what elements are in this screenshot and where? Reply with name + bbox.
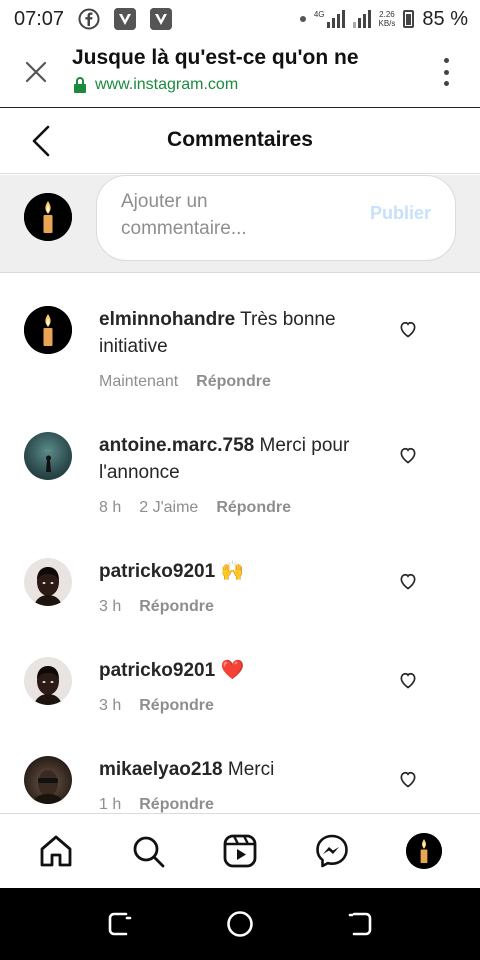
profile-candle-icon xyxy=(406,833,442,869)
heart-icon[interactable] xyxy=(398,571,418,591)
facebook-icon xyxy=(78,8,100,30)
network-type: 4G xyxy=(313,10,325,19)
comment-time: 8 h xyxy=(99,499,122,516)
comment-body: ❤️ xyxy=(215,660,245,681)
battery-percent: 85 % xyxy=(422,7,468,30)
net-speed-value: 2.26 xyxy=(379,10,395,19)
current-user-avatar xyxy=(24,193,72,241)
comment-input[interactable]: Ajouter un commentaire... Publier xyxy=(96,175,456,261)
avatar[interactable] xyxy=(24,558,72,606)
home-button-icon[interactable] xyxy=(226,910,254,938)
search-icon[interactable] xyxy=(129,832,167,870)
android-navigation-bar xyxy=(0,888,480,960)
comment-text: antoine.marc.758 Merci pour l'annonce xyxy=(99,432,389,486)
publish-button[interactable]: Publier xyxy=(370,203,431,224)
comment-meta: 3 h Répondre xyxy=(99,697,214,715)
comment-input-placeholder: Ajouter un commentaire... xyxy=(121,191,247,239)
svg-text:· · · ·: · · · · xyxy=(44,448,53,453)
reply-button[interactable]: Répondre xyxy=(216,499,291,517)
comment-username[interactable]: mikaelyao218 xyxy=(99,759,223,780)
recent-apps-icon[interactable] xyxy=(106,910,134,938)
url-text: www.instagram.com xyxy=(95,76,239,93)
url-row[interactable]: www.instagram.com xyxy=(73,76,238,94)
comment-meta: Maintenant Répondre xyxy=(99,373,271,391)
comment-time: 1 h xyxy=(99,796,122,813)
heart-icon[interactable] xyxy=(398,445,418,465)
comment-text: mikaelyao218 Merci xyxy=(99,756,389,783)
avatar[interactable] xyxy=(24,306,72,354)
reply-button[interactable]: Répondre xyxy=(139,796,214,813)
signal-bars-icon-2 xyxy=(352,10,371,28)
compose-row: Ajouter un commentaire... Publier xyxy=(0,175,480,273)
comment-body: 🙌 xyxy=(215,561,245,582)
reply-button[interactable]: Répondre xyxy=(139,598,214,616)
comment-time: Maintenant xyxy=(99,373,179,390)
back-button-icon[interactable] xyxy=(346,910,374,938)
browser-header: Jusque là qu'est-ce qu'on ne www.instagr… xyxy=(0,38,480,108)
home-icon[interactable] xyxy=(37,832,75,870)
messenger-icon[interactable] xyxy=(313,832,351,870)
close-icon[interactable] xyxy=(24,60,48,84)
comment-text: patricko9201 🙌 xyxy=(99,558,389,585)
signal-4g-icon: 4G xyxy=(314,10,345,28)
status-bar: 07:07 4G 2.26 KB/s 85 % xyxy=(0,0,480,38)
comment-username[interactable]: antoine.marc.758 xyxy=(99,435,254,456)
avatar[interactable] xyxy=(24,756,72,804)
net-speed-unit: KB/s xyxy=(378,19,396,28)
comment-meta: 3 h Répondre xyxy=(99,598,214,616)
more-options-icon[interactable] xyxy=(442,58,450,86)
comment-meta: 8 h 2 J'aime Répondre xyxy=(99,499,291,517)
reply-button[interactable]: Répondre xyxy=(139,697,214,715)
net-speed: 2.26 KB/s xyxy=(379,10,396,28)
heart-icon[interactable] xyxy=(398,319,418,339)
vidmate-icon-2 xyxy=(150,8,173,30)
reply-button[interactable]: Répondre xyxy=(196,373,271,391)
comment-text: patricko9201 ❤️ xyxy=(99,657,389,684)
status-left: 07:07 xyxy=(14,7,173,31)
lock-icon xyxy=(73,77,87,93)
comment-time: 3 h xyxy=(99,697,122,714)
status-right: 4G 2.26 KB/s 85 % xyxy=(299,7,468,31)
comment-item: mikaelyao218 Merci 1 h Répondre xyxy=(0,756,480,813)
comment-body: Merci xyxy=(222,759,275,780)
page-title: Commentaires xyxy=(167,128,313,151)
comment-text: elminnohandre Très bonne initiative xyxy=(99,306,389,360)
heart-icon[interactable] xyxy=(398,769,418,789)
avatar[interactable]: · · · · xyxy=(24,432,72,480)
comment-time: 3 h xyxy=(99,598,122,615)
comment-username[interactable]: patricko9201 xyxy=(99,660,215,681)
reels-icon[interactable] xyxy=(221,832,259,870)
battery-icon xyxy=(403,10,415,28)
comments-header: Commentaires xyxy=(0,108,480,174)
comment-meta: 1 h Répondre xyxy=(99,796,214,813)
comment-username[interactable]: elminnohandre xyxy=(99,309,235,330)
status-time: 07:07 xyxy=(14,7,65,30)
comment-username[interactable]: patricko9201 xyxy=(99,561,215,582)
comment-likes[interactable]: 2 J'aime xyxy=(139,499,198,517)
browser-page-title: Jusque là qu'est-ce qu'on ne xyxy=(72,46,359,69)
profile-avatar[interactable] xyxy=(405,832,443,870)
heart-icon[interactable] xyxy=(398,670,418,690)
notification-dot-icon xyxy=(299,16,306,22)
avatar[interactable] xyxy=(24,657,72,705)
bottom-nav xyxy=(0,813,480,888)
signal-bars-icon xyxy=(326,10,345,28)
vidmate-icon xyxy=(114,8,137,30)
